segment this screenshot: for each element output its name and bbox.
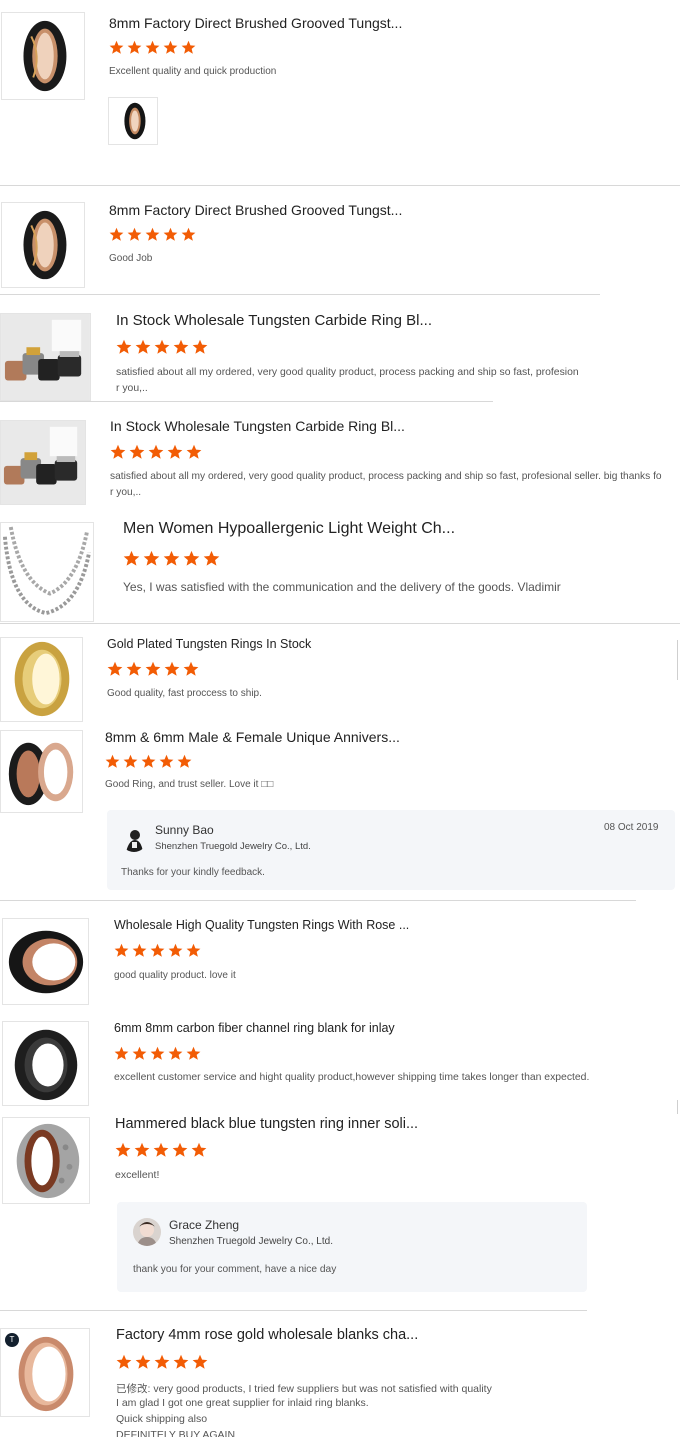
review-divider	[0, 1310, 587, 1311]
product-title[interactable]: 6mm 8mm carbon fiber channel ring blank …	[114, 1021, 395, 1035]
rating-stars	[116, 339, 208, 355]
silver-chain-icon	[2, 526, 92, 616]
product-title[interactable]: 8mm Factory Direct Brushed Grooved Tungs…	[109, 15, 402, 31]
product-thumbnail[interactable]	[0, 313, 91, 401]
product-title[interactable]: Wholesale High Quality Tungsten Rings Wi…	[114, 918, 409, 932]
ring-black-gold-stripe-icon	[23, 210, 67, 280]
seller-reply: Sunny Bao Shenzhen Truegold Jewelry Co.,…	[107, 810, 675, 890]
review-divider	[0, 900, 636, 901]
product-thumbnail[interactable]	[2, 918, 89, 1005]
review-comment: Excellent quality and quick production	[109, 66, 277, 77]
review-comment-line: Quick shipping also	[116, 1413, 208, 1425]
product-title[interactable]: Gold Plated Tungsten Rings In Stock	[107, 637, 311, 651]
product-title[interactable]: Men Women Hypoallergenic Light Weight Ch…	[123, 520, 455, 538]
review-comment-line: DEFINITELY BUY AGAIN	[116, 1429, 236, 1437]
product-thumbnail[interactable]	[2, 1117, 90, 1204]
seller-badge: T	[5, 1333, 19, 1347]
product-thumbnail[interactable]	[2, 1021, 89, 1106]
review-divider	[0, 294, 600, 295]
rating-stars	[110, 444, 202, 460]
product-title[interactable]: In Stock Wholesale Tungsten Carbide Ring…	[116, 312, 432, 329]
product-thumbnail[interactable]	[0, 730, 83, 813]
rating-stars	[107, 661, 199, 677]
reply-date: 08 Oct 2019	[604, 822, 659, 833]
seller-avatar	[133, 1218, 161, 1246]
replier-company: Shenzhen Truegold Jewelry Co., Ltd.	[169, 1236, 333, 1247]
review-comment: Good Job	[109, 253, 153, 264]
ring-photo-icon	[124, 102, 146, 140]
review-comment: satisfied about all my ordered, very goo…	[116, 367, 579, 378]
rating-stars	[123, 550, 220, 567]
review-comment-line: I am glad I got one great supplier for i…	[116, 1397, 369, 1409]
review-comment: excellent customer service and hight qua…	[114, 1072, 590, 1083]
ring-black-gold-stripe-icon	[23, 20, 67, 92]
scroll-edge-mark	[677, 1100, 678, 1114]
black-rose-ring-icon	[8, 930, 84, 994]
reply-text: Thanks for your kindly feedback.	[121, 867, 265, 878]
rating-stars	[109, 227, 196, 242]
seller-reply: Grace Zheng Shenzhen Truegold Jewelry Co…	[117, 1202, 587, 1292]
review-comment: good quality product. love it	[114, 970, 236, 981]
product-thumbnail[interactable]	[0, 637, 83, 722]
review-comment: satisfied about all my ordered, very goo…	[110, 471, 662, 482]
review-comment-continued: r you,..	[116, 383, 148, 394]
ring-blanks-set-icon	[1, 421, 85, 504]
rating-stars	[105, 754, 192, 769]
replier-name: Grace Zheng	[169, 1218, 240, 1232]
rating-stars	[116, 1354, 208, 1370]
review-comment-line: 已修改: very good products, I tried few sup…	[116, 1383, 492, 1395]
product-thumbnail[interactable]	[1, 202, 85, 288]
product-title[interactable]: In Stock Wholesale Tungsten Carbide Ring…	[110, 418, 405, 434]
rating-stars	[114, 1046, 201, 1061]
review-comment-continued: r you,..	[110, 487, 142, 498]
product-thumbnail[interactable]	[1, 12, 85, 100]
review-divider	[0, 185, 680, 186]
review-comment: excellent!	[115, 1169, 160, 1181]
product-title[interactable]: 8mm Factory Direct Brushed Grooved Tungs…	[109, 202, 402, 218]
product-thumbnail[interactable]	[0, 420, 86, 505]
person-avatar-icon	[133, 1218, 161, 1246]
review-photo[interactable]	[108, 97, 158, 145]
rating-stars	[114, 943, 201, 958]
rating-stars	[115, 1142, 207, 1158]
review-comment: Good quality, fast proccess to ship.	[107, 688, 262, 699]
gold-ring-icon	[14, 641, 70, 717]
reply-text: thank you for your comment, have a nice …	[133, 1264, 337, 1275]
product-title[interactable]: 8mm & 6mm Male & Female Unique Annivers.…	[105, 729, 400, 745]
carbon-channel-ring-icon	[14, 1029, 78, 1101]
review-divider	[0, 401, 493, 402]
person-avatar-icon	[126, 830, 143, 852]
product-title[interactable]: Hammered black blue tungsten ring inner …	[115, 1116, 418, 1132]
replier-company: Shenzhen Truegold Jewelry Co., Ltd.	[155, 841, 311, 852]
replier-name: Sunny Bao	[155, 823, 214, 837]
review-comment: Yes, I was satisfied with the communicat…	[123, 580, 561, 594]
rose-gold-ring-pair-icon	[8, 742, 74, 806]
ring-blanks-set-icon	[1, 314, 90, 400]
hammered-wood-ring-icon	[16, 1123, 80, 1199]
review-divider	[0, 623, 680, 624]
seller-avatar	[121, 826, 147, 852]
product-thumbnail[interactable]	[0, 522, 94, 622]
product-title[interactable]: Factory 4mm rose gold wholesale blanks c…	[116, 1327, 418, 1343]
scroll-edge-mark	[677, 640, 678, 680]
rating-stars	[109, 40, 196, 55]
review-comment: Good Ring, and trust seller. Love it □□	[105, 779, 274, 790]
